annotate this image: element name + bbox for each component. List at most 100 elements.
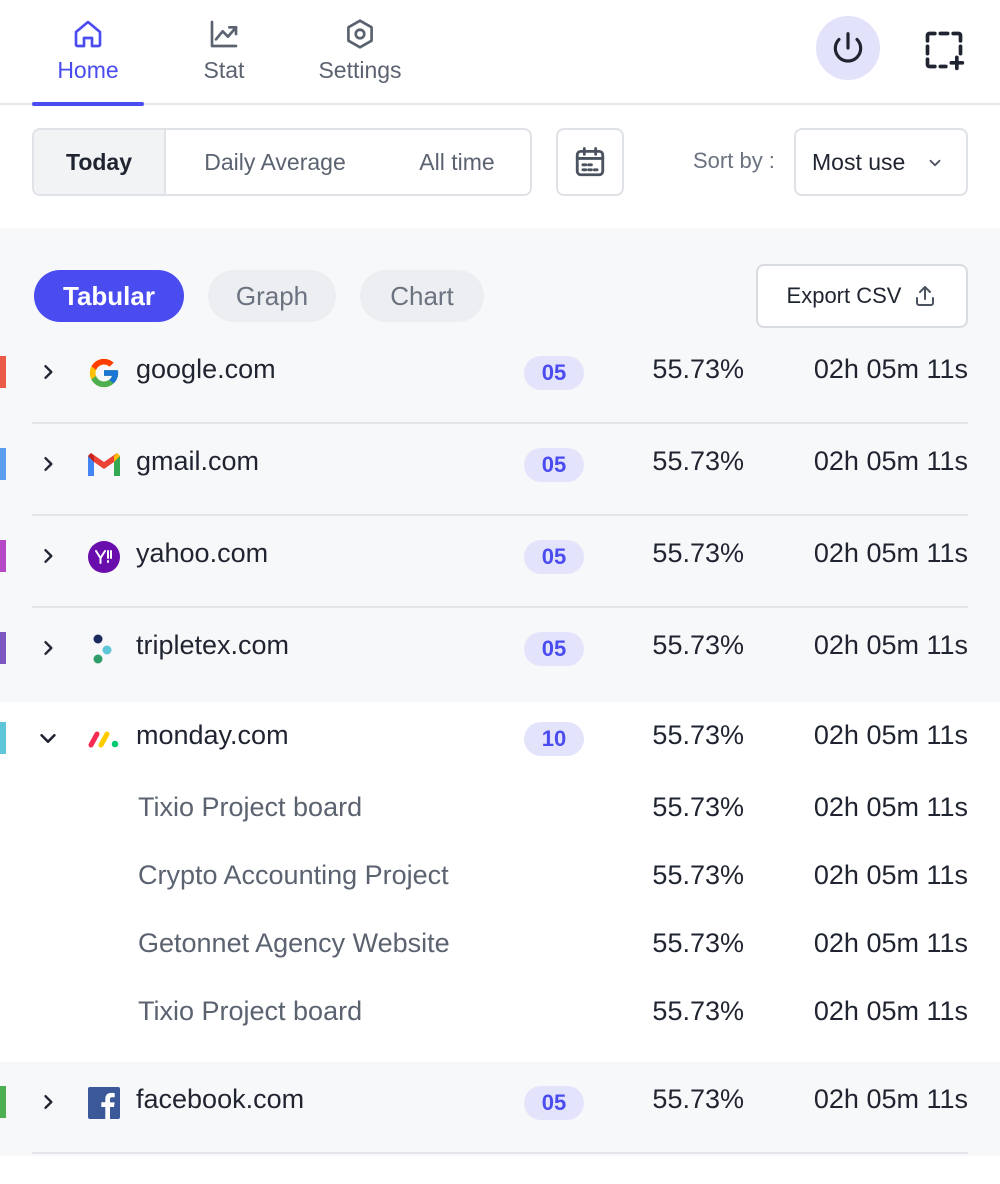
monday-icon	[86, 721, 122, 757]
screenshot-button[interactable]	[920, 26, 968, 74]
sub-row[interactable]: Tixio Project board 55.73% 02h 05m 11s	[0, 982, 1000, 1050]
usage-percent: 55.73%	[652, 996, 744, 1026]
usage-percent: 55.73%	[652, 446, 744, 476]
usage-duration: 02h 05m 11s	[813, 354, 968, 384]
site-name: yahoo.com	[136, 538, 269, 568]
site-name: google.com	[136, 354, 276, 384]
expand-toggle[interactable]	[36, 1088, 60, 1116]
tab-home-label: Home	[57, 57, 119, 83]
chevron-right-icon	[44, 457, 53, 471]
row-color-bar	[0, 1086, 6, 1118]
tab-settings[interactable]: Settings	[300, 0, 420, 104]
table-row[interactable]: tripletex.com 05 55.73% 02h 05m 11s	[0, 610, 1000, 702]
expand-toggle[interactable]	[36, 724, 60, 752]
row-color-bar	[0, 540, 6, 572]
usage-percent: 55.73%	[652, 354, 744, 384]
usage-percent: 55.73%	[652, 720, 744, 750]
usage-percent: 55.73%	[652, 792, 744, 822]
chevron-right-icon	[44, 365, 53, 379]
usage-duration: 02h 05m 11s	[813, 446, 968, 476]
export-csv-button[interactable]: Export CSV	[756, 264, 968, 328]
google-icon	[86, 355, 122, 391]
top-nav: Home Stat Settings	[0, 0, 1000, 106]
export-csv-label: Export CSV	[786, 283, 902, 308]
chevron-down-icon	[929, 159, 941, 167]
view-tab-graph[interactable]: Graph	[208, 270, 336, 322]
chevron-right-icon	[44, 641, 53, 655]
sub-row[interactable]: Tixio Project board 55.73% 02h 05m 11s	[0, 778, 1000, 846]
visit-count-badge: 05	[524, 632, 584, 666]
expand-toggle[interactable]	[36, 358, 60, 386]
usage-percent: 55.73%	[652, 860, 744, 890]
usage-duration: 02h 05m 11s	[813, 720, 968, 750]
usage-percent: 55.73%	[652, 630, 744, 660]
sort-select[interactable]: Most use	[794, 128, 968, 196]
screenshot-add-icon	[925, 31, 965, 71]
visit-count-badge: 05	[524, 540, 584, 574]
visit-count-badge: 10	[524, 722, 584, 756]
usage-duration: 02h 05m 11s	[813, 1084, 968, 1114]
usage-duration: 02h 05m 11s	[813, 630, 968, 660]
calendar-button[interactable]	[556, 128, 624, 196]
home-icon	[71, 17, 105, 51]
usage-percent: 55.73%	[652, 1084, 744, 1114]
project-name: Tixio Project board	[138, 792, 363, 822]
settings-hexagon-icon	[343, 17, 377, 51]
row-color-bar	[0, 722, 6, 754]
sub-row[interactable]: Crypto Accounting Project 55.73% 02h 05m…	[0, 846, 1000, 914]
usage-duration: 02h 05m 11s	[813, 538, 968, 568]
table-row[interactable]: google.com 05 55.73% 02h 05m 11s	[0, 334, 1000, 426]
power-icon	[833, 32, 863, 63]
view-tab-tabular[interactable]: Tabular	[34, 270, 184, 322]
table-row[interactable]: yahoo.com 05 55.73% 02h 05m 11s	[0, 518, 1000, 610]
sub-row[interactable]: Getonnet Agency Website 55.73% 02h 05m 1…	[0, 914, 1000, 982]
tab-settings-label: Settings	[318, 57, 402, 83]
visit-count-badge: 05	[524, 356, 584, 390]
chevron-right-icon	[44, 549, 53, 563]
sort-label: Sort by :	[693, 148, 775, 173]
chart-line-icon	[207, 17, 241, 51]
sort-value: Most use	[812, 148, 906, 175]
site-name: facebook.com	[136, 1084, 305, 1114]
project-name: Getonnet Agency Website	[138, 928, 450, 958]
row-divider	[32, 422, 968, 424]
table-row[interactable]: facebook.com 05 55.73% 02h 05m 11s	[0, 1064, 1000, 1156]
period-daily-average[interactable]: Daily Average	[166, 130, 384, 194]
upload-icon	[916, 286, 935, 306]
tab-stat[interactable]: Stat	[176, 0, 272, 104]
view-tab-chart[interactable]: Chart	[360, 270, 484, 322]
calendar-icon	[575, 147, 605, 177]
period-all-time[interactable]: All time	[384, 130, 530, 194]
usage-duration: 02h 05m 11s	[813, 996, 968, 1026]
usage-duration: 02h 05m 11s	[813, 928, 968, 958]
tripletex-icon	[86, 631, 122, 667]
site-name: monday.com	[136, 720, 289, 750]
row-color-bar	[0, 356, 6, 388]
row-color-bar	[0, 632, 6, 664]
period-segmented-control: Today Daily Average All time	[32, 128, 532, 196]
expand-toggle[interactable]	[36, 634, 60, 662]
expand-toggle[interactable]	[36, 450, 60, 478]
period-today[interactable]: Today	[34, 130, 166, 194]
power-button[interactable]	[816, 16, 880, 80]
site-name: tripletex.com	[136, 630, 290, 660]
expand-toggle[interactable]	[36, 542, 60, 570]
row-color-bar	[0, 448, 6, 480]
chevron-right-icon	[44, 1095, 53, 1109]
table-row[interactable]: gmail.com 05 55.73% 02h 05m 11s	[0, 426, 1000, 518]
usage-duration: 02h 05m 11s	[813, 792, 968, 822]
usage-duration: 02h 05m 11s	[813, 860, 968, 890]
gmail-icon	[86, 447, 122, 483]
site-name: gmail.com	[136, 446, 260, 476]
chevron-down-icon	[40, 733, 56, 743]
usage-percent: 55.73%	[652, 928, 744, 958]
project-name: Crypto Accounting Project	[138, 860, 449, 890]
tab-stat-label: Stat	[203, 57, 245, 83]
tab-home[interactable]: Home	[32, 0, 144, 106]
visit-count-badge: 05	[524, 1086, 584, 1120]
visit-count-badge: 05	[524, 448, 584, 482]
row-divider	[32, 514, 968, 516]
row-divider	[32, 606, 968, 608]
row-divider	[32, 1152, 968, 1154]
yahoo-icon	[86, 539, 122, 575]
